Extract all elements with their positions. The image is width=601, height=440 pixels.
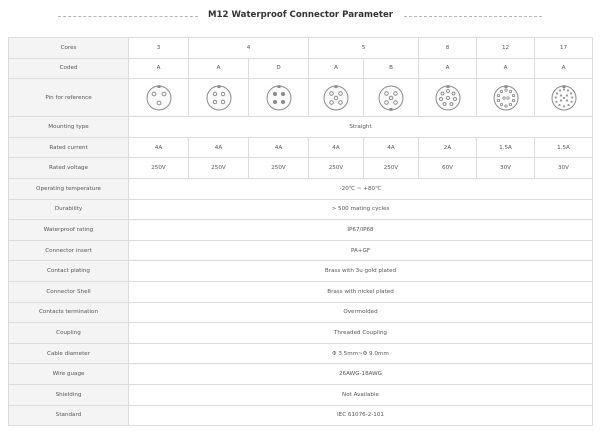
cell-rated-current: 4A [308, 136, 364, 159]
cell-rated-current: 4A [188, 136, 249, 159]
cell-rated-current: 4A [128, 136, 189, 159]
table-row-wire-gauge: Wire guage 26AWG-18AWG [8, 363, 593, 385]
m12-3pin-a-coded-icon [146, 84, 171, 111]
row-label-shielding: Shielding [8, 383, 129, 406]
row-label-waterproof-rating: Waterproof rating [8, 219, 129, 241]
table-row-coded: Coded A A D A B A A A [8, 57, 593, 80]
cell-mounting-type: Straight [128, 116, 593, 138]
cell-cable-diameter: Φ 3.5mm~Φ 9.0mm [128, 342, 593, 365]
m12-4pin-d-coded-icon [266, 84, 291, 111]
cell-cores: 5 [308, 37, 419, 59]
row-label-connector-insert: Connector insert [8, 239, 129, 262]
m12-5pin-a-coded-icon [323, 84, 349, 111]
table-row-waterproof-rating: Waterproof rating IP67/IP68 [8, 219, 593, 241]
row-label-contact-plating: Contact plating [8, 260, 129, 282]
row-label-contacts-termination: Contacts termination [8, 301, 129, 324]
row-label-coupling: Coupling [8, 322, 129, 344]
table-row-standard: Standard IEC 61076-2-101 [8, 404, 593, 427]
title-divider-right [404, 16, 542, 17]
cell-waterproof-rating: IP67/IP68 [128, 219, 593, 241]
cell-rated-voltage: 250V [308, 157, 364, 179]
cell-cores: 8 [418, 37, 477, 59]
cell-connector-insert: PA+GF [128, 239, 593, 262]
cell-rated-current: 1.5A [476, 136, 535, 159]
table-row-cores: Cores 3 4 5 8 12 17 [8, 37, 593, 59]
table-row-durability: Durability > 500 mating cycles [8, 198, 593, 221]
row-label-cable-diameter: Cable diameter [8, 342, 129, 365]
row-label-rated-current: Rated current [8, 136, 129, 159]
row-label-coded: Coded [8, 57, 129, 80]
cell-rated-current: 1.5A [534, 136, 593, 159]
cell-coded: D [248, 57, 309, 80]
table-row-contact-plating: Contact plating Brass with 3u gold plate… [8, 260, 593, 282]
cell-coded: A [308, 57, 364, 80]
page-title-row: M12 Waterproof Connector Parameter [0, 6, 601, 28]
table-row-pin-reference: Pin for reference [8, 78, 593, 118]
cell-operating-temperature: -20℃ ~ +80℃ [128, 177, 593, 200]
cell-coupling: Threaded Coupling [128, 322, 593, 344]
m12-5pin-b-coded-icon [378, 85, 404, 111]
table-row-operating-temperature: Operating temperature -20℃ ~ +80℃ [8, 177, 593, 200]
cell-connector-shell: Brass with nickel plated [128, 280, 593, 303]
cell-rated-voltage: 250V [188, 157, 249, 179]
cell-rated-voltage: 250V [128, 157, 189, 179]
table-row-mounting-type: Mounting type Straight [8, 116, 593, 138]
m12-17pin-a-coded-icon [551, 84, 576, 111]
row-label-operating-temperature: Operating temperature [8, 177, 129, 200]
cell-rated-current: 2A [418, 136, 477, 159]
cell-rated-voltage: 30V [476, 157, 535, 179]
table-row-contacts-termination: Contacts termination Overmolded [8, 301, 593, 324]
cell-rated-voltage: 30V [534, 157, 593, 179]
cell-cores: 12 [476, 37, 535, 59]
row-label-rated-voltage: Rated voltage [8, 157, 129, 179]
row-label-wire-gauge: Wire guage [8, 363, 129, 385]
m12-12pin-a-coded-icon [493, 84, 518, 111]
cell-cores: 17 [534, 37, 593, 59]
cell-rated-current: 4A [248, 136, 309, 159]
row-label-durability: Durability [8, 198, 129, 221]
cell-standard: IEC 61076-2-101 [128, 404, 593, 427]
table-row-connector-insert: Connector insert PA+GF [8, 239, 593, 262]
cell-coded: A [128, 57, 189, 80]
m12-8pin-a-coded-icon [435, 84, 460, 111]
page-title: M12 Waterproof Connector Parameter [207, 10, 394, 20]
cell-coded: A [418, 57, 477, 80]
table-row-cable-diameter: Cable diameter Φ 3.5mm~Φ 9.0mm [8, 342, 593, 365]
cell-durability: > 500 mating cycles [128, 198, 593, 221]
cell-rated-current: 4A [363, 136, 419, 159]
row-label-connector-shell: Connector Shell [8, 280, 129, 303]
row-label-cores: Cores [8, 37, 129, 59]
row-label-pin-reference: Pin for reference [8, 78, 129, 118]
cell-rated-voltage: 250V [363, 157, 419, 179]
m12-4pin-a-coded-icon [206, 84, 231, 111]
connector-parameter-table: Cores 3 4 5 8 12 17 Coded A A D A B A A … [8, 37, 593, 427]
cell-cores: 4 [188, 37, 309, 59]
cell-rated-voltage: 60V [418, 157, 477, 179]
cell-coded: B [363, 57, 419, 80]
cell-contact-plating: Brass with 3u gold plated [128, 260, 593, 282]
cell-rated-voltage: 250V [248, 157, 309, 179]
cell-cores: 3 [128, 37, 189, 59]
table-row-connector-shell: Connector Shell Brass with nickel plated [8, 280, 593, 303]
cell-coded: A [476, 57, 535, 80]
cell-contacts-termination: Overmolded [128, 301, 593, 324]
cell-coded: A [534, 57, 593, 80]
cell-shielding: Not Available [128, 383, 593, 406]
table-row-rated-current: Rated current 4A 4A 4A 4A 4A 2A 1.5A 1.5… [8, 136, 593, 159]
table-row-rated-voltage: Rated voltage 250V 250V 250V 250V 250V 6… [8, 157, 593, 179]
row-label-standard: Standard [8, 404, 129, 427]
cell-wire-gauge: 26AWG-18AWG [128, 363, 593, 385]
cell-coded: A [188, 57, 249, 80]
row-label-mounting-type: Mounting type [8, 116, 129, 138]
table-row-coupling: Coupling Threaded Coupling [8, 322, 593, 344]
table-row-shielding: Shielding Not Available [8, 383, 593, 406]
